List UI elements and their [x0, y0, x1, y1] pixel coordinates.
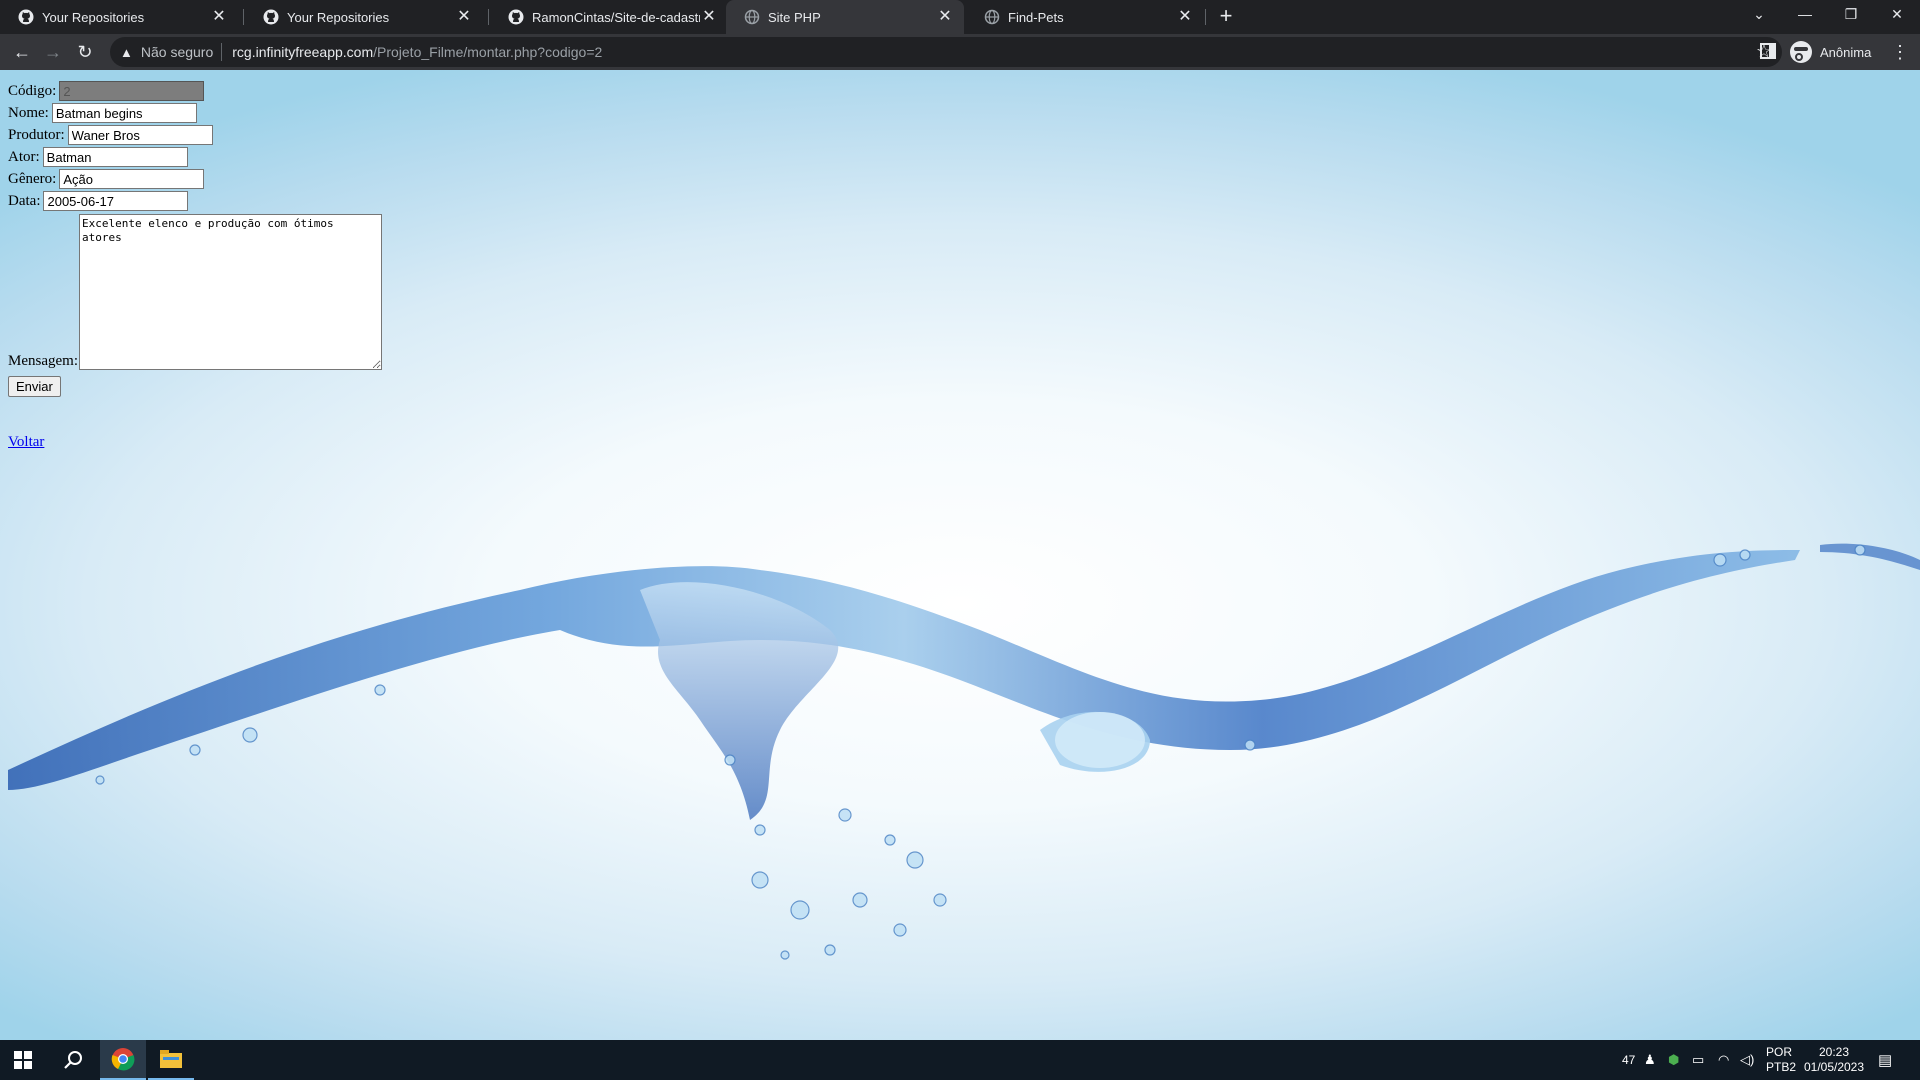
tab-your-repositories-1[interactable]: Your Repositories ✕: [0, 0, 238, 34]
wifi-icon[interactable]: ◠: [1718, 1040, 1729, 1080]
weather-temperature[interactable]: 47: [1622, 1040, 1635, 1080]
divider: [221, 43, 223, 61]
profile-label: Anônima: [1820, 44, 1872, 60]
tab-title: RamonCintas/Site-de-cadastro-d: [532, 9, 700, 25]
ator-field[interactable]: [42, 147, 188, 167]
nome-field[interactable]: [51, 103, 197, 123]
menu-icon[interactable]: ⋮: [1890, 38, 1910, 66]
close-icon[interactable]: ✕: [210, 8, 228, 26]
ator-label: Ator:: [8, 148, 40, 165]
new-tab-button[interactable]: +: [1214, 5, 1238, 29]
close-icon[interactable]: ✕: [936, 8, 954, 26]
mensagem-row: Mensagem: Excelente elenco e produção co…: [8, 214, 382, 370]
forward-button[interactable]: →: [39, 38, 67, 66]
data-field[interactable]: [43, 191, 189, 211]
restore-button[interactable]: ❐: [1828, 0, 1874, 30]
tab-site-php[interactable]: Site PHP ✕: [726, 0, 964, 34]
data-label: Data:: [8, 192, 41, 209]
volume-icon[interactable]: ◁): [1740, 1040, 1754, 1080]
tab-ramoncintas-repo[interactable]: RamonCintas/Site-de-cadastro-d ✕: [490, 0, 728, 34]
people-icon[interactable]: ♟: [1644, 1040, 1656, 1080]
github-icon: [263, 9, 279, 25]
tab-title: Your Repositories: [287, 9, 390, 25]
data-row: Data:: [8, 190, 382, 212]
side-panel-icon[interactable]: [1760, 43, 1776, 59]
keyboard-layout: PTB2: [1766, 1060, 1797, 1074]
globe-icon: [744, 9, 760, 25]
clock-date: 01/05/2023: [1803, 1060, 1865, 1074]
search-icon[interactable]: [50, 1040, 96, 1080]
shield-icon[interactable]: ⬢: [1668, 1040, 1679, 1080]
movie-edit-form: Código: Nome: Produtor: Ator: Gênero: Da…: [8, 80, 382, 397]
minimize-button[interactable]: —: [1782, 0, 1828, 30]
voltar-link[interactable]: Voltar: [8, 434, 44, 451]
notifications-icon[interactable]: ▤: [1878, 1040, 1892, 1080]
tab-title: Find-Pets: [1008, 9, 1064, 25]
url-host: rcg.infinityfreeapp.com: [232, 44, 374, 60]
produtor-field[interactable]: [67, 125, 213, 145]
produtor-label: Produtor:: [8, 126, 65, 143]
globe-icon: [984, 9, 1000, 25]
tab-separator: [1205, 9, 1206, 25]
url-path: /Projeto_Filme/montar.php?codigo=2: [373, 44, 603, 60]
mensagem-label: Mensagem:: [8, 353, 78, 369]
chrome-taskbar-icon[interactable]: [100, 1040, 146, 1080]
close-icon[interactable]: ✕: [700, 8, 718, 26]
mensagem-textarea[interactable]: Excelente elenco e produção com ótimos a…: [78, 214, 382, 370]
tab-search-chevron-icon[interactable]: ⌄: [1736, 0, 1782, 30]
security-label[interactable]: Não seguro: [141, 44, 213, 60]
language-indicator[interactable]: POR PTB2: [1766, 1040, 1796, 1080]
address-bar[interactable]: ▲ Não seguro rcg.infinityfreeapp.com/Pro…: [110, 37, 1782, 67]
github-icon: [508, 9, 524, 25]
browser-toolbar: ← → ↻ ▲ Não seguro rcg.infinityfreeapp.c…: [0, 34, 1920, 70]
language-code: POR: [1766, 1045, 1793, 1059]
page-viewport: Código: Nome: Produtor: Ator: Gênero: Da…: [0, 70, 1920, 1040]
incognito-icon: [1790, 41, 1812, 63]
tab-separator: [243, 9, 244, 25]
windows-taskbar: 47 ♟ ⬢ ▭ ◠ ◁) POR PTB2 20:23 01/05/2023 …: [0, 1040, 1920, 1080]
tab-strip: Your Repositories ✕ Your Repositories ✕ …: [0, 0, 1920, 34]
codigo-row: Código:: [8, 80, 382, 102]
battery-icon[interactable]: ▭: [1692, 1040, 1704, 1080]
file-explorer-icon[interactable]: [148, 1040, 194, 1080]
back-button[interactable]: ←: [8, 38, 36, 66]
tab-find-pets[interactable]: Find-Pets ✕: [966, 0, 1204, 34]
produtor-row: Produtor:: [8, 124, 382, 146]
clock-time: 20:23: [1818, 1045, 1850, 1059]
nome-label: Nome:: [8, 104, 49, 121]
genero-row: Gênero:: [8, 168, 382, 190]
close-icon[interactable]: ✕: [1176, 8, 1194, 26]
enviar-button[interactable]: Enviar: [8, 376, 61, 397]
tab-title: Your Repositories: [42, 9, 145, 25]
clock[interactable]: 20:23 01/05/2023: [1800, 1040, 1868, 1080]
close-window-button[interactable]: ✕: [1874, 0, 1920, 30]
genero-label: Gênero:: [8, 170, 57, 187]
github-icon: [18, 9, 34, 25]
reload-button[interactable]: ↻: [71, 38, 99, 66]
tab-separator: [488, 9, 489, 25]
codigo-field[interactable]: [59, 81, 205, 101]
profile-button[interactable]: Anônima: [1790, 38, 1871, 66]
tab-title: Site PHP: [768, 9, 821, 25]
tab-your-repositories-2[interactable]: Your Repositories ✕: [245, 0, 483, 34]
genero-field[interactable]: [59, 169, 205, 189]
close-icon[interactable]: ✕: [455, 8, 473, 26]
warning-icon: ▲: [120, 44, 133, 60]
ator-row: Ator:: [8, 146, 382, 168]
windows-start-icon[interactable]: [0, 1040, 46, 1080]
codigo-label: Código:: [8, 82, 57, 99]
nome-row: Nome:: [8, 102, 382, 124]
